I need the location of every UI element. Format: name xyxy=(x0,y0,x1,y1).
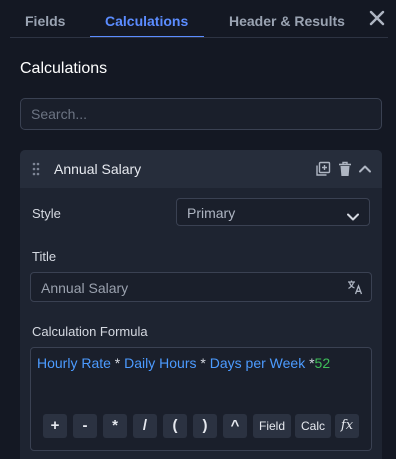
formula-token-operator: * xyxy=(305,355,315,371)
style-label: Style xyxy=(32,206,61,221)
minus-button[interactable]: - xyxy=(73,414,97,438)
title-input-value: Annual Salary xyxy=(41,280,129,296)
power-button[interactable]: ^ xyxy=(223,414,247,438)
close-icon[interactable] xyxy=(368,8,386,28)
duplicate-icon[interactable] xyxy=(315,161,331,177)
close-paren-button[interactable]: ) xyxy=(193,414,217,438)
formula-token-operator: * xyxy=(196,355,210,371)
formula-expression: Hourly Rate * Daily Hours * Days per Wee… xyxy=(37,355,330,371)
plus-button[interactable]: + xyxy=(43,414,67,438)
tab-bar: Fields Calculations Header & Results xyxy=(0,0,396,38)
insert-field-button[interactable]: Field xyxy=(253,414,291,438)
formula-token-field[interactable]: Days per Week xyxy=(210,355,305,371)
tab-header-results[interactable]: Header & Results xyxy=(229,13,345,29)
formula-editor[interactable]: Hourly Rate * Daily Hours * Days per Wee… xyxy=(30,347,372,451)
formula-token-field[interactable]: Daily Hours xyxy=(124,355,196,371)
search-input[interactable] xyxy=(20,98,382,130)
title-label: Title xyxy=(32,249,57,264)
calculation-name: Annual Salary xyxy=(54,161,142,177)
trash-icon[interactable] xyxy=(337,161,353,177)
title-input[interactable]: Annual Salary xyxy=(30,272,372,302)
formula-token-field[interactable]: Hourly Rate xyxy=(37,355,111,371)
translate-icon[interactable] xyxy=(347,279,363,295)
tab-fields[interactable]: Fields xyxy=(25,13,65,29)
formula-token-operator: * xyxy=(110,355,125,371)
tab-bar-divider xyxy=(10,37,388,38)
function-button[interactable]: fx xyxy=(335,414,359,438)
calculation-card: Annual Salary Style Primary Title Annual… xyxy=(20,150,382,459)
open-paren-button[interactable]: ( xyxy=(163,414,187,438)
divide-button[interactable]: / xyxy=(133,414,157,438)
drag-handle-icon[interactable] xyxy=(32,162,40,176)
chevron-up-icon[interactable] xyxy=(357,161,373,177)
style-select-value: Primary xyxy=(187,205,236,221)
calculation-card-header: Annual Salary xyxy=(20,150,382,188)
section-title: Calculations xyxy=(20,60,108,77)
formula-label: Calculation Formula xyxy=(32,324,148,339)
multiply-button[interactable]: * xyxy=(103,414,127,438)
tab-calculations[interactable]: Calculations xyxy=(105,13,188,29)
style-select[interactable]: Primary xyxy=(176,198,370,226)
formula-token-number: 52 xyxy=(314,355,331,371)
chevron-down-icon xyxy=(347,208,359,226)
insert-calc-button[interactable]: Calc xyxy=(295,414,331,438)
